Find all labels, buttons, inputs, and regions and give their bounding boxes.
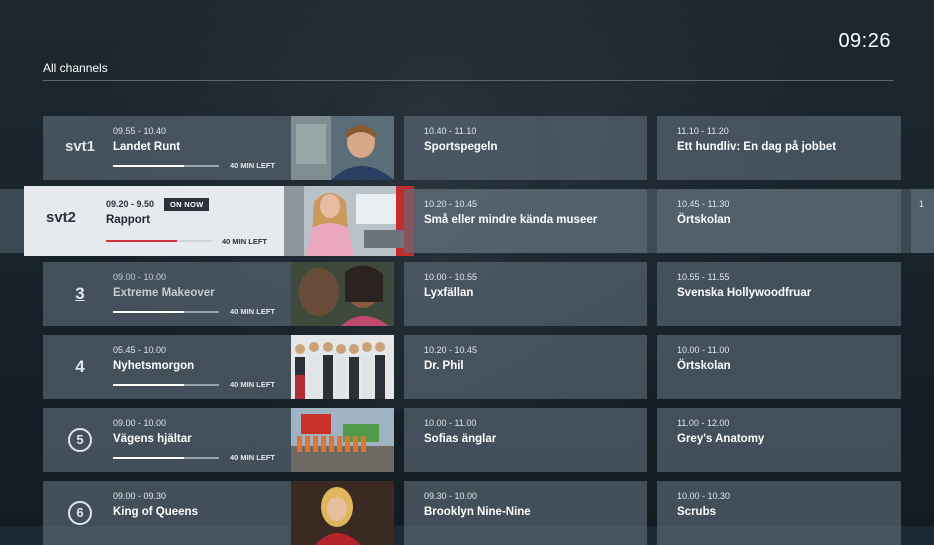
svt1-logo-icon: svt1 [65,138,96,155]
program-time: 09.30 - 10.00 [424,491,478,501]
program-time: 1 [919,199,925,209]
current-program-tile[interactable]: 4 05.45 - 10.00 Nyhetsmorgon 40 MIN LEFT [43,335,291,399]
program-title: Extreme Makeover [113,287,215,299]
later-program-tile[interactable]: 10.00 - 10.30 Scrubs [657,481,901,545]
channel-row-3: 3 09.00 - 10.00 Extreme Makeover 40 MIN … [43,262,901,326]
header-divider [43,80,894,81]
later-program-tile[interactable]: 10.00 - 11.00 Örtskolan [657,335,901,399]
later-program-tile[interactable]: 11.00 - 12.00 Grey's Anatomy [657,408,901,472]
later-program-tile[interactable]: 10.45 - 11.30 Örtskolan [657,189,901,253]
next-program-tile[interactable]: 09.30 - 10.00 Brooklyn Nine-Nine [404,481,647,545]
progress-fill [106,240,178,242]
current-program-tile-focused[interactable]: svt2 09.20 - 9.50 ON NOW Rapport 40 MIN … [24,186,284,256]
progress-fill [113,384,185,386]
program-title: Grey's Anatomy [677,433,765,445]
program-thumbnail [291,335,394,399]
program-thumbnail [291,262,394,326]
next-program-tile[interactable]: 10.40 - 11.10 Sportspegeln [404,116,647,180]
program-title: Örtskolan [677,360,731,372]
channel-row-6: 6 09.00 - 09.30 King of Queens 09.30 - 1… [43,481,901,545]
program-time: 10.55 - 11.55 [677,272,730,282]
next-program-tile[interactable]: 10.20 - 10.45 Dr. Phil [404,335,647,399]
progress-fill [113,457,185,459]
channel-row-svt1: svt1 09.55 - 10.40 Landet Runt 40 MIN LE… [43,116,901,180]
program-thumbnail [291,481,394,545]
program-title: Ett hundliv: En dag på jobbet [677,141,837,153]
program-title: Örtskolan [677,214,731,226]
next-program-tile[interactable]: 10.00 - 11.00 Sofias änglar [404,408,647,472]
program-time: 09.00 - 10.00 [113,272,167,282]
program-title: Dr. Phil [424,360,464,372]
next-program-tile[interactable]: 10.00 - 10.55 Lyxfällan [404,262,647,326]
program-time: 09.00 - 10.00 [113,418,167,428]
current-program-tile[interactable]: 3 09.00 - 10.00 Extreme Makeover 40 MIN … [43,262,291,326]
program-time: 10.45 - 11.30 [677,199,730,209]
program-time: 11.10 - 11.20 [677,126,729,136]
later-program-tile[interactable]: 11.10 - 11.20 Ett hundliv: En dag på job… [657,116,901,180]
current-program-tile[interactable]: 5 09.00 - 10.00 Vägens hjältar 40 MIN LE… [43,408,291,472]
program-title: Rapport [106,214,151,226]
program-thumbnail [291,408,394,472]
channel-row-5: 5 09.00 - 10.00 Vägens hjältar 40 MIN LE… [43,408,901,472]
program-time: 10.20 - 10.45 [424,199,478,209]
program-title: Små eller mindre kända museer [424,214,598,226]
program-time: 09.55 - 10.40 [113,126,167,136]
time-left: 40 MIN LEFT [229,453,275,462]
time-left: 40 MIN LEFT [229,380,275,389]
program-time: 10.00 - 11.00 [424,418,477,428]
channel-4-logo-icon: 4 [75,357,85,376]
program-time: 10.00 - 10.55 [424,272,478,282]
program-time: 11.00 - 12.00 [677,418,730,428]
later-program-tile[interactable]: 10.55 - 11.55 Svenska Hollywoodfruar [657,262,901,326]
program-time: 09.20 - 9.50 [106,199,155,209]
program-title: Sportspegeln [424,141,498,153]
clock: 09:26 [838,30,891,52]
channel-5-logo-icon: 5 [68,428,92,452]
progress-bar [113,384,219,386]
time-left: 40 MIN LEFT [229,307,275,316]
channel-6-logo-text: 6 [76,505,84,520]
program-title: Scrubs [677,506,716,518]
channel-row-4: 4 05.45 - 10.00 Nyhetsmorgon 40 MIN LEFT [43,335,901,399]
program-time: 05.45 - 10.00 [113,345,167,355]
program-title: Vägens hjältar [113,433,192,445]
progress-bar [113,165,219,167]
channel-row-svt2: svt2 09.20 - 9.50 ON NOW Rapport 40 MIN … [0,186,934,256]
program-thumbnail [284,186,414,256]
time-left: 40 MIN LEFT [229,161,275,170]
program-title: Landet Runt [113,141,181,153]
progress-fill [113,165,185,167]
page-title[interactable]: All channels [43,61,108,75]
progress-fill [113,311,185,313]
program-title: Nyhetsmorgon [113,360,195,372]
next-program-tile[interactable]: 10.20 - 10.45 Små eller mindre kända mus… [404,189,647,253]
time-left: 40 MIN LEFT [221,237,267,246]
program-title: Brooklyn Nine-Nine [424,506,531,518]
channel-3-logo-icon: 3 [75,284,85,303]
program-thumbnail [291,116,394,180]
channel-5-logo-text: 5 [76,432,84,447]
program-title: Sofias änglar [424,433,497,445]
program-title: King of Queens [113,506,198,518]
program-time: 10.40 - 11.10 [424,126,477,136]
progress-bar [113,311,219,313]
program-time: 10.00 - 11.00 [677,345,730,355]
on-now-badge: ON NOW [164,198,210,211]
svt2-logo-icon: svt2 [46,209,77,226]
program-time: 10.20 - 10.45 [424,345,478,355]
program-time: 09.00 - 09.30 [113,491,167,501]
progress-bar [113,457,219,459]
program-time: 10.00 - 10.30 [677,491,731,501]
program-title: Lyxfällan [424,287,474,299]
overflow-program-tile[interactable]: 1 [911,189,934,253]
program-title: Svenska Hollywoodfruar [677,287,812,299]
current-program-tile[interactable]: svt1 09.55 - 10.40 Landet Runt 40 MIN LE… [43,116,291,180]
channel-6-logo-icon: 6 [68,501,92,525]
current-program-tile[interactable]: 6 09.00 - 09.30 King of Queens [43,481,291,545]
progress-bar [106,240,212,242]
